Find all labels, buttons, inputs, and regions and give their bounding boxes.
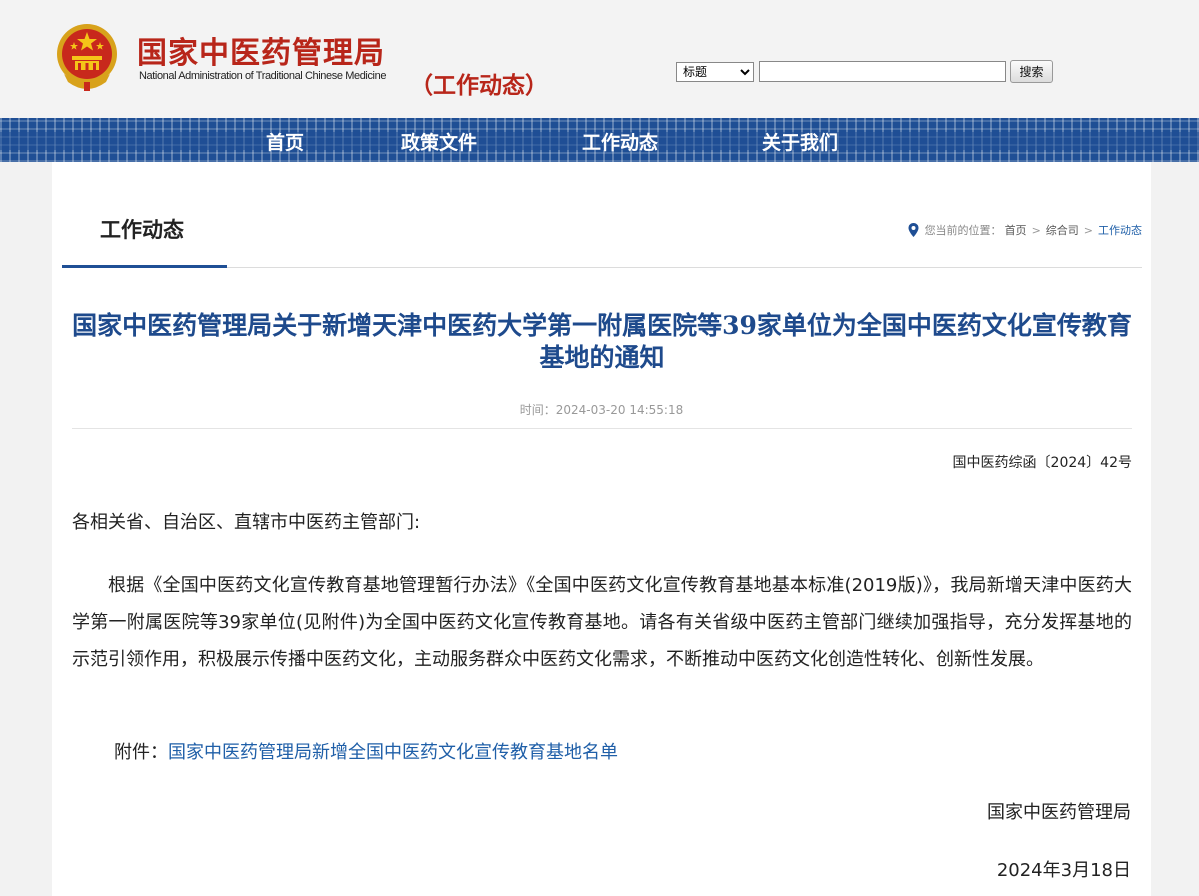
section-title-underline bbox=[62, 265, 227, 268]
nav-item-policy-documents[interactable]: 政策文件 bbox=[401, 128, 477, 155]
document-number: 国中医药综函〔2024〕42号 bbox=[952, 455, 1132, 471]
national-emblem-icon bbox=[57, 24, 117, 91]
article-divider bbox=[72, 428, 1132, 429]
attachment-link[interactable]: 国家中医药管理局新增全国中医药文化宣传教育基地名单 bbox=[168, 742, 618, 763]
breadcrumb: 您当前的位置： 首页 > 综合司 > 工作动态 bbox=[908, 222, 1142, 238]
breadcrumb-separator: > bbox=[1083, 223, 1093, 237]
section-title: 工作动态 bbox=[100, 218, 184, 242]
nav-item-about-us[interactable]: 关于我们 bbox=[762, 128, 838, 155]
breadcrumb-item-home[interactable]: 首页 bbox=[1005, 222, 1027, 238]
search-scope-select[interactable]: 标题 bbox=[676, 62, 754, 82]
article-title: 国家中医药管理局关于新增天津中医药大学第一附属医院等39家单位为全国中医药文化宣… bbox=[72, 311, 1132, 372]
article-time: 时间：2024-03-20 14:55:18 bbox=[519, 403, 684, 417]
site-title: 国家中医药管理局 bbox=[137, 36, 385, 71]
breadcrumb-separator: > bbox=[1031, 223, 1041, 237]
attachment-label: 附件： bbox=[114, 742, 168, 763]
content-panel: 工作动态 您当前的位置： 首页 > 综合司 > 工作动态 国家中医药管理局关于新… bbox=[52, 162, 1151, 896]
signature: 国家中医药管理局 bbox=[987, 802, 1131, 823]
nav-item-work-news[interactable]: 工作动态 bbox=[582, 128, 658, 155]
channel-label: （工作动态） bbox=[410, 73, 548, 99]
salutation: 各相关省、自治区、直辖市中医药主管部门: bbox=[72, 512, 421, 533]
breadcrumb-item-general-office[interactable]: 综合司 bbox=[1046, 222, 1079, 238]
attachment-line: 附件：国家中医药管理局新增全国中医药文化宣传教育基地名单 bbox=[114, 738, 618, 764]
breadcrumb-item-work-news[interactable]: 工作动态 bbox=[1098, 222, 1142, 238]
nav-item-home[interactable]: 首页 bbox=[266, 128, 304, 155]
search-button[interactable]: 搜索 bbox=[1010, 60, 1053, 83]
article-paragraph: 根据《全国中医药文化宣传教育基地管理暂行办法》《全国中医药文化宣传教育基地基本标… bbox=[72, 575, 1132, 670]
site-subtitle: National Administration of Traditional C… bbox=[139, 70, 387, 82]
location-pin-icon bbox=[908, 223, 919, 237]
breadcrumb-prefix: 您当前的位置： bbox=[924, 224, 1002, 237]
main-nav: 首页 政策文件 工作动态 关于我们 bbox=[0, 118, 1199, 162]
search-input[interactable] bbox=[759, 61, 1006, 82]
site-header: 国家中医药管理局 National Administration of Trad… bbox=[0, 0, 1199, 118]
signature-date: 2024年3月18日 bbox=[996, 860, 1131, 881]
